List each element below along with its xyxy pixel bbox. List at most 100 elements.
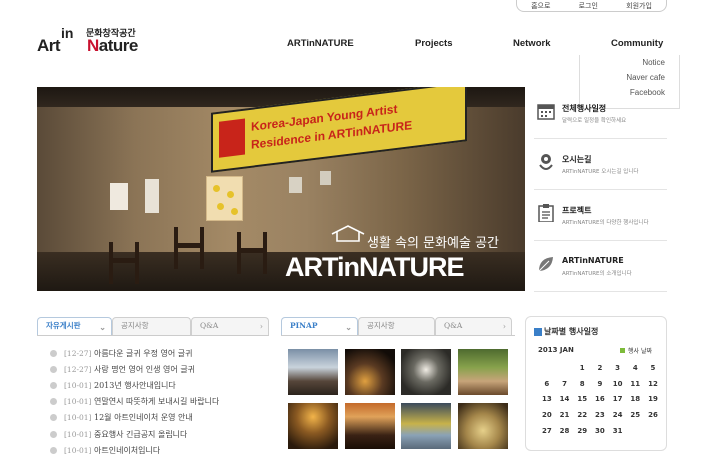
calendar-day[interactable]: 21	[556, 408, 574, 424]
leaf-icon	[538, 257, 553, 272]
dropdown-item-notice[interactable]: Notice	[580, 55, 665, 70]
gallery-thumbnail[interactable]	[288, 349, 338, 395]
map-pin-icon	[539, 154, 553, 170]
gallery-thumbnail[interactable]	[458, 349, 508, 395]
nav-item-projects[interactable]: Projects	[415, 38, 453, 49]
list-item[interactable]: [10-01] 중요행사 긴급공지 올립니다	[50, 426, 275, 442]
chair	[174, 227, 204, 269]
list-item[interactable]: [12-27] 사랑 명언 영어 인생 영어 글귀	[50, 361, 275, 377]
logo-in-text: in	[61, 25, 74, 41]
gallery-thumbnail[interactable]	[401, 403, 451, 449]
calendar-grid: 12345 6 7 8 9 10 11 12 13 14 15 16 17 18 19 20 21 22 23…	[538, 361, 662, 439]
calendar-day[interactable]: 18	[626, 392, 644, 408]
calendar-day[interactable]: 15	[573, 392, 591, 408]
chevron-right-icon: ›	[259, 322, 263, 331]
calendar-day[interactable]: 11	[626, 377, 644, 393]
tab-notice[interactable]: 공지사항	[112, 317, 191, 335]
calendar-day[interactable]: 3	[609, 361, 627, 377]
divider	[37, 335, 269, 336]
calendar-day[interactable]: 23	[591, 408, 609, 424]
calendar-day[interactable]: 27	[538, 424, 556, 440]
quicklink-title: ARTinNATURE	[562, 256, 624, 265]
list-item[interactable]: [12-27] 아름다운 글귀 우정 영어 글귀	[50, 345, 275, 361]
tab-free-board[interactable]: 자유게시판 ⌄	[37, 317, 112, 335]
artwork-frame	[289, 177, 302, 193]
artwork-frame	[320, 171, 331, 185]
calendar-day[interactable]: 30	[591, 424, 609, 440]
calendar-day[interactable]: 25	[626, 408, 644, 424]
list-item[interactable]: [10-01] 2013년 행사안내입니다	[50, 377, 275, 393]
calendar-day[interactable]: 17	[609, 392, 627, 408]
calendar-title: 날짜별 행사일정	[534, 326, 598, 337]
utility-bar: 홈으로 로그인 회원가입	[516, 0, 667, 12]
dropdown-item-naver-cafe[interactable]: Naver cafe	[580, 70, 665, 85]
clipboard-icon	[538, 204, 554, 222]
calendar-day[interactable]: 9	[591, 377, 609, 393]
quicklinks: 전체행사일정 달력으로 일정을 확인하세요 오시는길 ARTinNATURE 오…	[534, 88, 667, 292]
calendar-day[interactable]: 29	[573, 424, 591, 440]
gallery-thumbnail[interactable]	[345, 403, 395, 449]
nav-item-artinnature[interactable]: ARTinNATURE	[287, 38, 354, 49]
list-item[interactable]: [10-01] 아트인네이처입니다	[50, 442, 275, 457]
tab-qna[interactable]: Q&A ›	[191, 317, 269, 335]
calendar-day[interactable]	[556, 361, 574, 377]
calendar-day[interactable]	[538, 361, 556, 377]
post-list: [12-27] 아름다운 글귀 우정 영어 글귀 [12-27] 사랑 명언 영어 …	[50, 345, 275, 457]
quicklink-directions[interactable]: 오시는길 ARTinNATURE 오시는길 입니다	[534, 139, 667, 190]
calendar-day[interactable]: 28	[556, 424, 574, 440]
quicklink-title: 프로젝트	[562, 206, 592, 215]
quicklink-schedule[interactable]: 전체행사일정 달력으로 일정을 확인하세요	[534, 88, 667, 139]
calendar-day[interactable]	[644, 424, 662, 440]
calendar-day[interactable]: 26	[644, 408, 662, 424]
list-item[interactable]: [10-01] 연말연시 따뜻하게 보내시길 바랍니다	[50, 394, 275, 410]
gallery-thumbnail[interactable]	[458, 403, 508, 449]
calendar-day[interactable]: 16	[591, 392, 609, 408]
calendar-day[interactable]: 8	[573, 377, 591, 393]
calendar-day[interactable]: 5	[644, 361, 662, 377]
quicklink-projects[interactable]: 프로젝트 ARTinNATURE의 다양한 행사입니다	[534, 190, 667, 241]
quicklink-about[interactable]: ARTinNATURE ARTinNATURE의 소개입니다	[534, 241, 667, 292]
calendar-day[interactable]: 12	[644, 377, 662, 393]
nav-item-network[interactable]: Network	[513, 38, 550, 49]
tab-gallery-qna[interactable]: Q&A ›	[435, 317, 512, 335]
calendar-day[interactable]: 31	[609, 424, 627, 440]
quicklink-title: 오시는길	[562, 155, 592, 164]
chair	[109, 242, 139, 284]
nav-item-community[interactable]: Community	[611, 38, 663, 49]
gallery-thumbnail[interactable]	[401, 349, 451, 395]
calendar-day[interactable]: 10	[609, 377, 627, 393]
calendar-day[interactable]: 24	[609, 408, 627, 424]
quicklink-sub: 달력으로 일정을 확인하세요	[562, 118, 627, 124]
calendar-day[interactable]: 13	[538, 392, 556, 408]
calendar-day[interactable]: 2	[591, 361, 609, 377]
main-nav: ARTinNATURE Projects Network Community	[280, 38, 680, 52]
calendar-day[interactable]	[626, 424, 644, 440]
artwork-frame	[145, 179, 159, 213]
calendar-day[interactable]: 20	[538, 408, 556, 424]
calendar-day[interactable]: 1	[573, 361, 591, 377]
calendar-legend: 행사 날짜	[620, 346, 652, 355]
gallery-thumbnail[interactable]	[288, 403, 338, 449]
tab-gallery-notice[interactable]: 공지사항	[358, 317, 435, 335]
logo-nature-text: Nature	[87, 36, 138, 55]
calendar-day[interactable]: 6	[538, 377, 556, 393]
logo-art-text: Art	[37, 36, 61, 55]
calendar-day[interactable]: 22	[573, 408, 591, 424]
signup-link[interactable]: 회원가입	[626, 1, 652, 11]
site-logo[interactable]: Art in Nature 문화창작공간	[37, 25, 142, 58]
calendar-day[interactable]: 4	[626, 361, 644, 377]
calendar-day[interactable]: 7	[556, 377, 574, 393]
login-link[interactable]: 로그인	[579, 1, 598, 11]
list-item[interactable]: [10-01] 12월 아트인네이처 운영 안내	[50, 410, 275, 426]
event-square-icon	[620, 348, 625, 353]
logo-korean-text: 문화창작공간	[86, 29, 136, 39]
calendar-day[interactable]: 19	[644, 392, 662, 408]
home-link[interactable]: 홈으로	[531, 1, 550, 11]
tab-pinap[interactable]: PINAP ⌄	[281, 317, 358, 335]
chevron-down-icon: ⌄	[345, 322, 352, 332]
calendar-square-icon	[534, 327, 542, 336]
gallery-thumbnail[interactable]	[345, 349, 395, 395]
hero-brand: ARTinNATURE	[285, 252, 464, 282]
calendar-day[interactable]: 14	[556, 392, 574, 408]
divider	[281, 335, 515, 336]
